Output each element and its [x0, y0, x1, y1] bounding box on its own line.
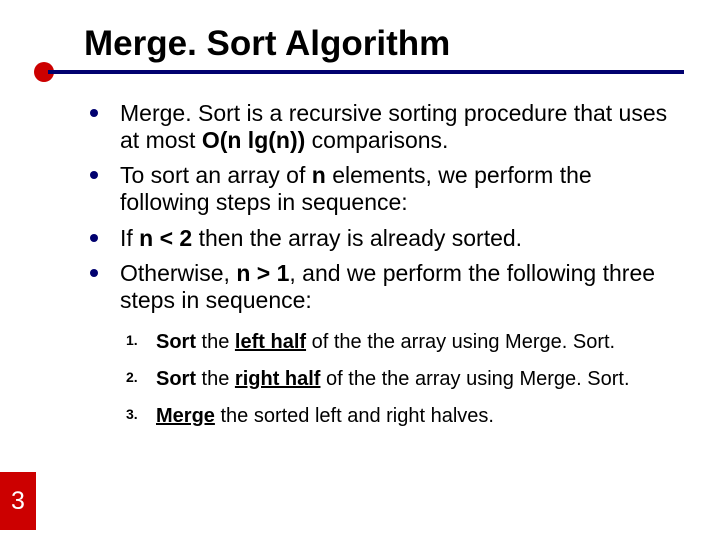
slide-number: 3 — [11, 487, 25, 516]
title-area: Merge. Sort Algorithm — [0, 0, 720, 74]
bullet-item: Otherwise, n > 1, and we perform the fol… — [84, 260, 676, 314]
step-number: 3. — [126, 406, 138, 424]
step-item: 2. Sort the right half of the the array … — [126, 367, 676, 392]
step-item: 1. Sort the left half of the the array u… — [126, 330, 676, 355]
text-bold: O(n lg(n)) — [202, 127, 305, 153]
text: the — [196, 331, 235, 353]
text-bold-underline: Merge — [156, 405, 215, 427]
slide: Merge. Sort Algorithm Merge. Sort is a r… — [0, 0, 720, 540]
bullet-item: To sort an array of n elements, we perfo… — [84, 162, 676, 216]
bullet-item: Merge. Sort is a recursive sorting proce… — [84, 100, 676, 154]
text: of the the array using Merge. Sort. — [306, 331, 615, 353]
text-bold: Sort — [156, 368, 196, 390]
text: of the the array using Merge. Sort. — [320, 368, 629, 390]
rule-bar — [48, 70, 684, 74]
slide-title: Merge. Sort Algorithm — [84, 24, 720, 64]
text: If — [120, 225, 139, 251]
bullet-list: Merge. Sort is a recursive sorting proce… — [84, 100, 676, 314]
text-bold: Sort — [156, 331, 196, 353]
title-rule — [40, 70, 684, 74]
text-bold-underline: right half — [235, 368, 321, 390]
text: Otherwise, — [120, 260, 236, 286]
text: To sort an array of — [120, 162, 312, 188]
text: then the array is already sorted. — [192, 225, 522, 251]
slide-number-badge: 3 — [0, 472, 36, 530]
step-number: 1. — [126, 332, 138, 350]
text: comparisons. — [305, 127, 448, 153]
text-bold-underline: left half — [235, 331, 306, 353]
step-item: 3. Merge the sorted left and right halve… — [126, 404, 676, 429]
bullet-item: If n < 2 then the array is already sorte… — [84, 225, 676, 252]
text-bold: n < 2 — [139, 225, 192, 251]
numbered-steps: 1. Sort the left half of the the array u… — [84, 330, 676, 429]
step-number: 2. — [126, 369, 138, 387]
text-bold: n > 1 — [236, 260, 289, 286]
text-bold: n — [312, 162, 326, 188]
slide-body: Merge. Sort is a recursive sorting proce… — [0, 74, 720, 429]
text: the — [196, 368, 235, 390]
text: the sorted left and right halves. — [215, 405, 494, 427]
